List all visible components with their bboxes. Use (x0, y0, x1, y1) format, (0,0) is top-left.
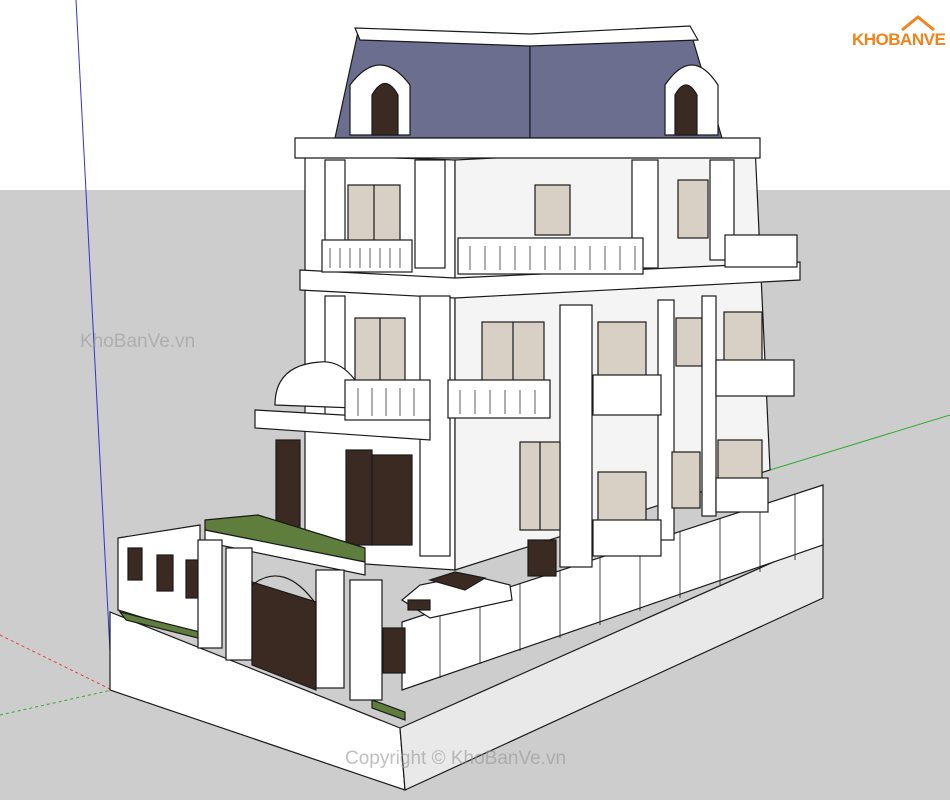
logo-text: KHOBANVE (852, 30, 946, 50)
kbv-logo: KHOBANVE (852, 15, 946, 54)
logo-suffix: BANVE (888, 30, 946, 49)
cornice-top (294, 137, 761, 159)
watermark-bottom: Copyright © KhoBanVe.vn (345, 748, 567, 769)
model-scene (0, 0, 950, 800)
watermark-side: KhoBanVe.vn (80, 331, 196, 352)
gate-pillar (197, 539, 223, 649)
sketchup-viewport[interactable]: KHOBANVE KhoBanVe.vn Copyright © KhoBanV… (0, 0, 950, 800)
logo-prefix: KHO (852, 30, 889, 49)
logo-house-icon (901, 15, 935, 32)
